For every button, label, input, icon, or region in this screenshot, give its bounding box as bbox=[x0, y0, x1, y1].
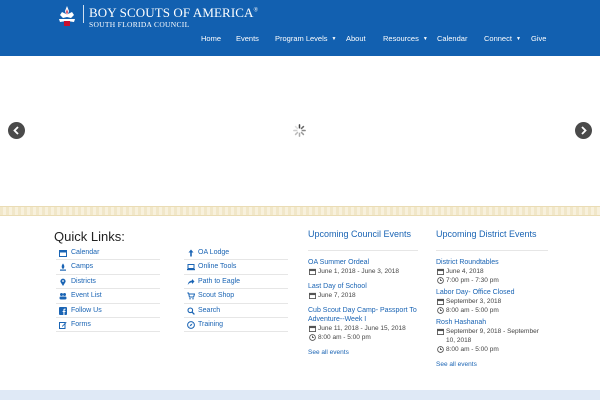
event-item: Last Day of School June 7, 2018 bbox=[308, 282, 418, 300]
brand-title[interactable]: BOY SCOUTS OF AMERICA® bbox=[89, 5, 258, 21]
council-see-all-link[interactable]: See all events bbox=[308, 349, 418, 356]
chevron-right-icon bbox=[581, 126, 587, 135]
event-title[interactable]: Last Day of School bbox=[308, 282, 418, 291]
event-time: 8:00 am - 5:00 pm bbox=[308, 333, 418, 342]
quick-link-oa-lodge[interactable]: OA Lodge bbox=[184, 246, 288, 261]
quick-link-online-tools[interactable]: Online Tools bbox=[184, 260, 288, 275]
quick-link-path-to-eagle[interactable]: Path to Eagle bbox=[184, 275, 288, 290]
nav-home[interactable]: Home bbox=[201, 34, 221, 43]
laptop-icon bbox=[187, 264, 195, 271]
clock-icon bbox=[437, 277, 444, 284]
nav-give[interactable]: Give bbox=[531, 34, 546, 43]
event-title[interactable]: District Roundtables bbox=[436, 258, 548, 267]
quick-link-camps[interactable]: Camps bbox=[56, 260, 160, 275]
event-date: September 3, 2018 bbox=[436, 297, 548, 306]
event-title[interactable]: Labor Day- Office Closed bbox=[436, 288, 548, 297]
quick-link-forms[interactable]: Forms bbox=[56, 318, 160, 333]
event-time: 8:00 am - 5:00 pm bbox=[436, 345, 548, 354]
quick-link-training[interactable]: Training bbox=[184, 318, 288, 333]
event-title[interactable]: OA Summer Ordeal bbox=[308, 258, 418, 267]
shopping-cart-icon bbox=[187, 292, 195, 300]
slider-next-button[interactable] bbox=[575, 122, 592, 139]
calendar-icon bbox=[437, 328, 444, 335]
event-item: Cub Scout Day Camp- Passport To Adventur… bbox=[308, 306, 418, 342]
main-nav: Home Events Program Levels ▼ About Resour… bbox=[0, 34, 600, 46]
calendar-icon bbox=[437, 298, 444, 305]
event-date: June 4, 2018 bbox=[436, 267, 548, 276]
footer-strip bbox=[0, 390, 600, 400]
brand-subtitle[interactable]: SOUTH FLORIDA COUNCIL bbox=[89, 20, 189, 29]
users-icon bbox=[59, 293, 67, 300]
map-marker-icon bbox=[60, 278, 66, 286]
fleur-de-lis-icon[interactable] bbox=[55, 5, 79, 27]
event-date: June 1, 2018 - June 3, 2018 bbox=[308, 267, 418, 276]
chevron-down-icon: ▼ bbox=[422, 36, 428, 42]
event-time: 7:00 pm - 7:30 pm bbox=[436, 276, 548, 285]
district-events-heading[interactable]: Upcoming District Events bbox=[436, 229, 548, 251]
quick-links-column-2: OA Lodge Online Tools Path to Eagle Scou… bbox=[184, 246, 288, 333]
chevron-down-icon: ▼ bbox=[515, 36, 521, 42]
event-item: Labor Day- Office Closed September 3, 20… bbox=[436, 288, 548, 315]
event-item: Rosh Hashanah September 9, 2018 - Septem… bbox=[436, 318, 548, 354]
clock-icon bbox=[437, 307, 444, 314]
quick-link-calendar[interactable]: Calendar bbox=[56, 246, 160, 261]
quick-links-title: Quick Links: bbox=[54, 229, 125, 244]
arrow-up-icon bbox=[188, 249, 194, 257]
edit-icon bbox=[59, 321, 67, 329]
event-date: September 9, 2018 - September 10, 2018 bbox=[436, 327, 548, 345]
event-item: District Roundtables June 4, 2018 7:00 p… bbox=[436, 258, 548, 285]
event-title[interactable]: Cub Scout Day Camp- Passport To Adventur… bbox=[308, 306, 418, 324]
share-icon bbox=[187, 278, 195, 285]
event-title[interactable]: Rosh Hashanah bbox=[436, 318, 548, 327]
quick-link-scout-shop[interactable]: Scout Shop bbox=[184, 289, 288, 304]
calendar-icon bbox=[437, 268, 444, 275]
quick-link-districts[interactable]: Districts bbox=[56, 275, 160, 290]
quick-link-event-list[interactable]: Event List bbox=[56, 289, 160, 304]
nav-about[interactable]: About bbox=[346, 34, 366, 43]
nav-resources[interactable]: Resources ▼ bbox=[383, 34, 428, 43]
council-events-heading[interactable]: Upcoming Council Events bbox=[308, 229, 418, 251]
event-date: June 7, 2018 bbox=[308, 291, 418, 300]
quick-links-column-1: Calendar Camps Districts Event List Foll… bbox=[56, 246, 160, 333]
slider-prev-button[interactable] bbox=[8, 122, 25, 139]
search-icon bbox=[187, 307, 195, 315]
nav-events[interactable]: Events bbox=[236, 34, 259, 43]
event-time: 8:00 am - 5:00 pm bbox=[436, 306, 548, 315]
calendar-icon bbox=[59, 250, 67, 257]
decorative-band bbox=[0, 206, 600, 216]
clock-icon bbox=[309, 334, 316, 341]
event-date: June 11, 2018 - June 15, 2018 bbox=[308, 324, 418, 333]
quick-link-follow-us[interactable]: Follow Us bbox=[56, 304, 160, 318]
logo-divider bbox=[83, 5, 84, 23]
site-header: BOY SCOUTS OF AMERICA® SOUTH FLORIDA COU… bbox=[0, 0, 600, 56]
calendar-icon bbox=[309, 325, 316, 332]
district-events-panel: Upcoming District Events District Roundt… bbox=[436, 229, 548, 368]
calendar-icon bbox=[309, 268, 316, 275]
event-item: OA Summer Ordeal June 1, 2018 - June 3, … bbox=[308, 258, 418, 276]
calendar-icon bbox=[309, 292, 316, 299]
district-see-all-link[interactable]: See all events bbox=[436, 361, 548, 368]
nav-calendar[interactable]: Calendar bbox=[437, 34, 467, 43]
quick-link-search[interactable]: Search bbox=[184, 304, 288, 318]
clock-icon bbox=[437, 346, 444, 353]
nav-program-levels[interactable]: Program Levels ▼ bbox=[275, 34, 336, 43]
compass-icon bbox=[187, 321, 195, 329]
chevron-left-icon bbox=[13, 126, 19, 135]
nav-connect[interactable]: Connect ▼ bbox=[484, 34, 521, 43]
chevron-down-icon: ▼ bbox=[331, 36, 337, 42]
campfire-icon bbox=[60, 263, 66, 272]
spinner-icon bbox=[293, 124, 306, 137]
council-events-panel: Upcoming Council Events OA Summer Ordeal… bbox=[308, 229, 418, 356]
facebook-icon bbox=[59, 306, 67, 315]
